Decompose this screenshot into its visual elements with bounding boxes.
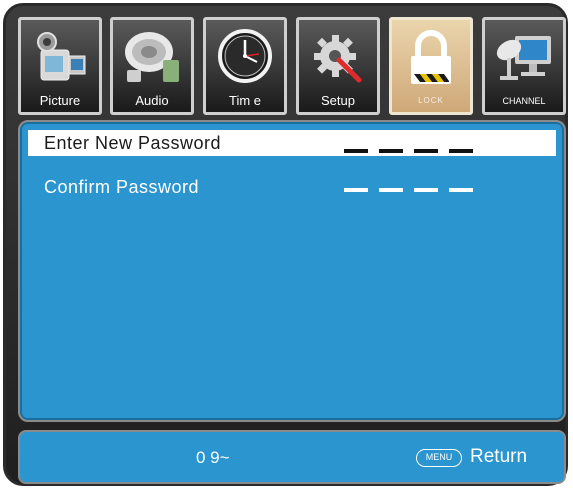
menu-key-icon[interactable]: MENU <box>416 449 462 467</box>
clock-icon <box>218 29 272 83</box>
tab-label: Audio <box>135 93 169 108</box>
tab-setup[interactable]: Setup <box>296 17 380 115</box>
speaker-icon <box>125 32 179 82</box>
tab-audio[interactable]: Audio <box>110 17 194 115</box>
enter-new-password-field[interactable] <box>344 149 474 153</box>
tv-osd-frame: Picture Audio Tim e Setup LOCK CHANNEL E… <box>3 3 568 486</box>
tab-time[interactable]: Tim e <box>203 17 287 115</box>
gear-wrench-icon <box>314 35 362 83</box>
satellite-monitor-icon <box>496 36 551 80</box>
confirm-password-row[interactable]: Confirm Password <box>28 174 556 200</box>
tab-label: Picture <box>39 93 81 108</box>
menu-tab-bar: Picture Audio Tim e Setup LOCK CHANNEL <box>18 17 566 115</box>
padlock-icon <box>411 30 451 84</box>
tab-picture[interactable]: Picture <box>18 17 102 115</box>
tab-lock[interactable]: LOCK <box>389 17 473 115</box>
tab-channel[interactable]: CHANNEL <box>482 17 566 115</box>
confirm-password-field[interactable] <box>344 188 474 192</box>
digit-hint: 0 9~ <box>196 448 230 467</box>
tab-label: LOCK <box>418 96 444 105</box>
tab-label: CHANNEL <box>502 96 546 106</box>
confirm-password-label: Confirm Password <box>44 177 200 197</box>
enter-new-password-label: Enter New Password <box>44 133 222 153</box>
return-label[interactable]: Return <box>470 446 527 468</box>
tab-label: Tim e <box>228 93 262 108</box>
footer-bar: 0 9~ MENU Return <box>18 430 566 484</box>
enter-new-password-row[interactable]: Enter New Password <box>28 130 556 156</box>
camcorder-icon <box>37 32 86 81</box>
tab-label: Setup <box>321 93 355 108</box>
lock-password-panel: Enter New Password Confirm Password <box>18 120 566 422</box>
